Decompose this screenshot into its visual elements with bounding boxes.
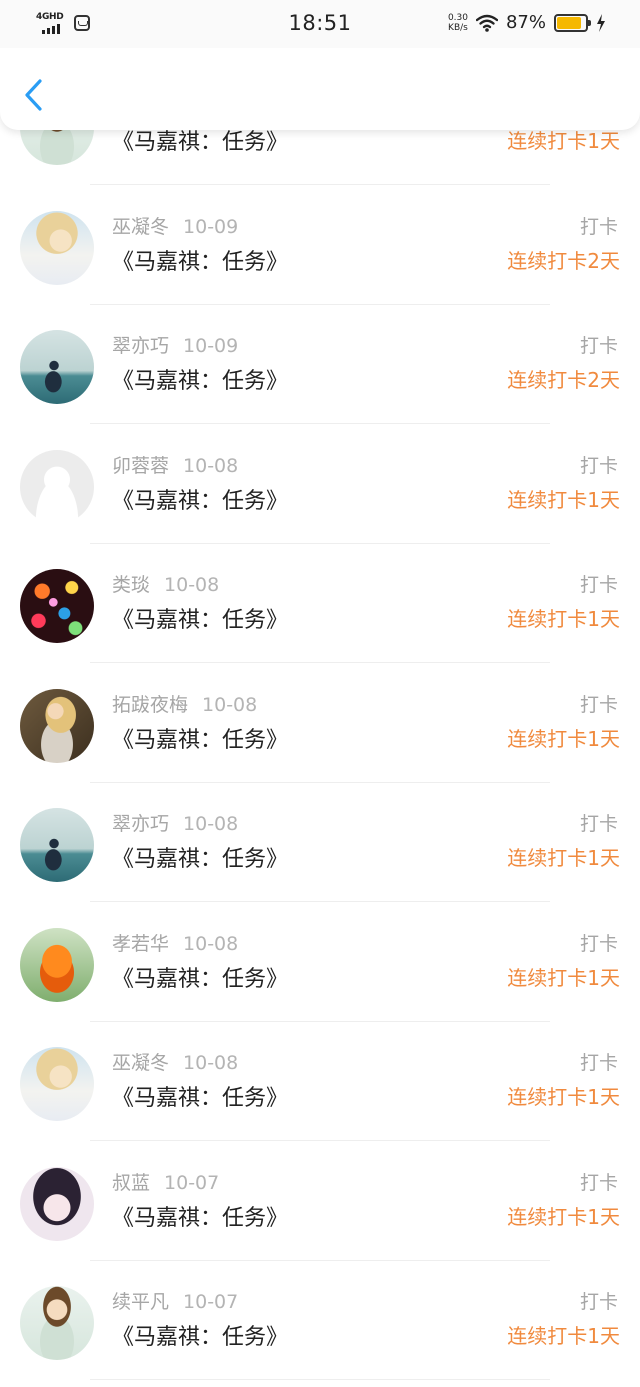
list-item[interactable]: 类琰 10-08 《马嘉祺：任务》 打卡连续打卡1天 xyxy=(0,543,640,663)
streak-label: 连续打卡1天 xyxy=(507,1204,620,1229)
checkin-action-label: 打卡 xyxy=(579,1291,618,1313)
user-meta: 巫凝冬 10-08 xyxy=(112,1048,238,1075)
user-meta: 翠亦巧 10-08 xyxy=(112,809,238,836)
row-divider xyxy=(90,1379,550,1380)
post-date: 10-09 xyxy=(183,215,239,238)
list-item[interactable]: 巫凝冬 10-08 《马嘉祺：任务》 打卡连续打卡1天 xyxy=(0,1021,640,1141)
user-meta: 翠亦巧 10-09 xyxy=(112,331,238,358)
checkin-action-label: 打卡 xyxy=(579,454,618,477)
user-name[interactable]: 类琰 xyxy=(112,574,150,596)
streak-label: 连续打卡1天 xyxy=(507,1324,620,1348)
post-date: 10-07 xyxy=(183,1291,239,1313)
user-meta: 拓跋夜梅 10-08 xyxy=(112,690,257,717)
post-date: 10-08 xyxy=(202,693,258,716)
streak-label: 连续打卡1天 xyxy=(507,846,620,870)
checkin-action-label: 打卡 xyxy=(579,335,618,357)
post-date: 10-08 xyxy=(183,454,239,477)
battery-icon xyxy=(554,13,591,32)
user-name[interactable]: 巫凝冬 xyxy=(112,1052,169,1074)
streak-label: 连续打卡1天 xyxy=(507,726,620,751)
list-item[interactable]: 拓跋夜梅 10-08 《马嘉祺：任务》 打卡连续打卡1天 xyxy=(0,663,640,783)
user-name[interactable]: 拓跋夜梅 xyxy=(112,694,188,716)
nav-header xyxy=(0,48,640,130)
charging-bolt-icon xyxy=(597,13,605,32)
streak-label: 连续打卡2天 xyxy=(507,248,620,273)
list-item[interactable]: 卯蓉蓉 10-08 《马嘉祺：任务》 打卡连续打卡1天 xyxy=(0,424,640,544)
avatar[interactable] xyxy=(20,1286,94,1360)
task-title[interactable]: 《马嘉祺：任务》 xyxy=(112,1080,288,1112)
checkin-action-label: 打卡 xyxy=(579,693,618,716)
avatar[interactable] xyxy=(20,210,94,285)
user-name[interactable]: 翠亦巧 xyxy=(112,813,169,835)
avatar[interactable] xyxy=(20,688,94,763)
user-meta: 续平凡 10-07 xyxy=(112,1287,238,1314)
post-date: 10-08 xyxy=(183,813,239,835)
user-meta: 卯蓉蓉 10-08 xyxy=(112,451,238,478)
avatar[interactable] xyxy=(20,449,94,524)
battery-percent: 87% xyxy=(505,12,546,33)
avatar[interactable] xyxy=(20,330,94,404)
task-title[interactable]: 《马嘉祺：任务》 xyxy=(112,1200,288,1232)
user-meta: 巫凝冬 10-09 xyxy=(112,212,238,239)
list-item[interactable]: 巫凝冬 10-09 《马嘉祺：任务》 打卡连续打卡2天 xyxy=(0,185,640,305)
post-date: 10-09 xyxy=(183,335,239,357)
task-title[interactable]: 《马嘉祺：任务》 xyxy=(112,363,288,395)
streak-label: 连续打卡1天 xyxy=(507,607,620,631)
checkin-action-label: 打卡 xyxy=(579,932,618,955)
streak-label: 连续打卡1天 xyxy=(507,1085,620,1109)
user-meta: 孝若华 10-08 xyxy=(112,929,238,956)
streak-label: 连续打卡1天 xyxy=(507,965,620,990)
back-chevron-left-icon[interactable] xyxy=(22,78,46,112)
list-item[interactable]: 孝若华 10-08 《马嘉祺：任务》 打卡连续打卡1天 xyxy=(0,902,640,1022)
network-speed: 0.30 KB/s xyxy=(448,13,468,33)
checkin-action-label: 打卡 xyxy=(579,813,618,835)
list-item[interactable]: 翠亦巧 10-09 《马嘉祺：任务》 打卡连续打卡2天 xyxy=(0,304,640,424)
task-title[interactable]: 《马嘉祺：任务》 xyxy=(112,602,288,634)
avatar[interactable] xyxy=(20,808,94,882)
avatar[interactable] xyxy=(20,1166,94,1241)
post-date: 10-08 xyxy=(164,574,220,596)
streak-label: 连续打卡1天 xyxy=(507,487,620,512)
status-bar: 4GHD 18:51 0.30 KB/s 87% xyxy=(0,0,640,48)
user-name[interactable]: 卯蓉蓉 xyxy=(112,455,169,477)
task-title[interactable]: 《马嘉祺：任务》 xyxy=(112,483,288,515)
task-title[interactable]: 《马嘉祺：任务》 xyxy=(112,1319,288,1351)
post-date: 10-08 xyxy=(183,1052,239,1074)
avatar[interactable] xyxy=(20,569,94,643)
user-meta: 叔蓝 10-07 xyxy=(112,1168,219,1195)
task-title[interactable]: 《马嘉祺：任务》 xyxy=(112,244,288,276)
user-name[interactable]: 孝若华 xyxy=(112,933,169,955)
checkin-action-label: 打卡 xyxy=(579,1171,618,1194)
wifi-icon xyxy=(475,14,498,32)
checkin-action-label: 打卡 xyxy=(579,574,618,596)
list-item[interactable]: 叔蓝 10-07 《马嘉祺：任务》 打卡连续打卡1天 xyxy=(0,1141,640,1261)
user-meta: 类琰 10-08 xyxy=(112,570,219,597)
checkin-action-label: 打卡 xyxy=(579,215,618,238)
list-item[interactable]: 续平凡 10-07 《马嘉祺：任务》 打卡连续打卡1天 xyxy=(0,1260,640,1380)
post-date: 10-07 xyxy=(164,1171,220,1194)
user-name[interactable]: 翠亦巧 xyxy=(112,335,169,357)
task-title[interactable]: 《马嘉祺：任务》 xyxy=(112,722,288,754)
post-date: 10-08 xyxy=(183,932,239,955)
avatar[interactable] xyxy=(20,927,94,1002)
list-item[interactable]: 翠亦巧 10-08 《马嘉祺：任务》 打卡连续打卡1天 xyxy=(0,782,640,902)
network-speed-value: 0.30 xyxy=(447,12,468,23)
user-name[interactable]: 续平凡 xyxy=(112,1291,169,1313)
streak-label: 连续打卡2天 xyxy=(507,368,620,392)
checkin-list: 《马嘉祺：任务》 连续打卡1天 巫凝冬 10-09 《马嘉祺：任务》 打卡 连续打卡2天 翠亦… xyxy=(0,0,640,1387)
user-name[interactable]: 叔蓝 xyxy=(112,1172,150,1194)
user-name[interactable]: 巫凝冬 xyxy=(112,216,169,238)
checkin-action-label: 打卡 xyxy=(579,1052,618,1074)
avatar[interactable] xyxy=(20,1047,94,1121)
task-title[interactable]: 《马嘉祺：任务》 xyxy=(112,961,288,993)
task-title[interactable]: 《马嘉祺：任务》 xyxy=(112,841,288,873)
network-speed-unit: KB/s xyxy=(448,22,468,33)
